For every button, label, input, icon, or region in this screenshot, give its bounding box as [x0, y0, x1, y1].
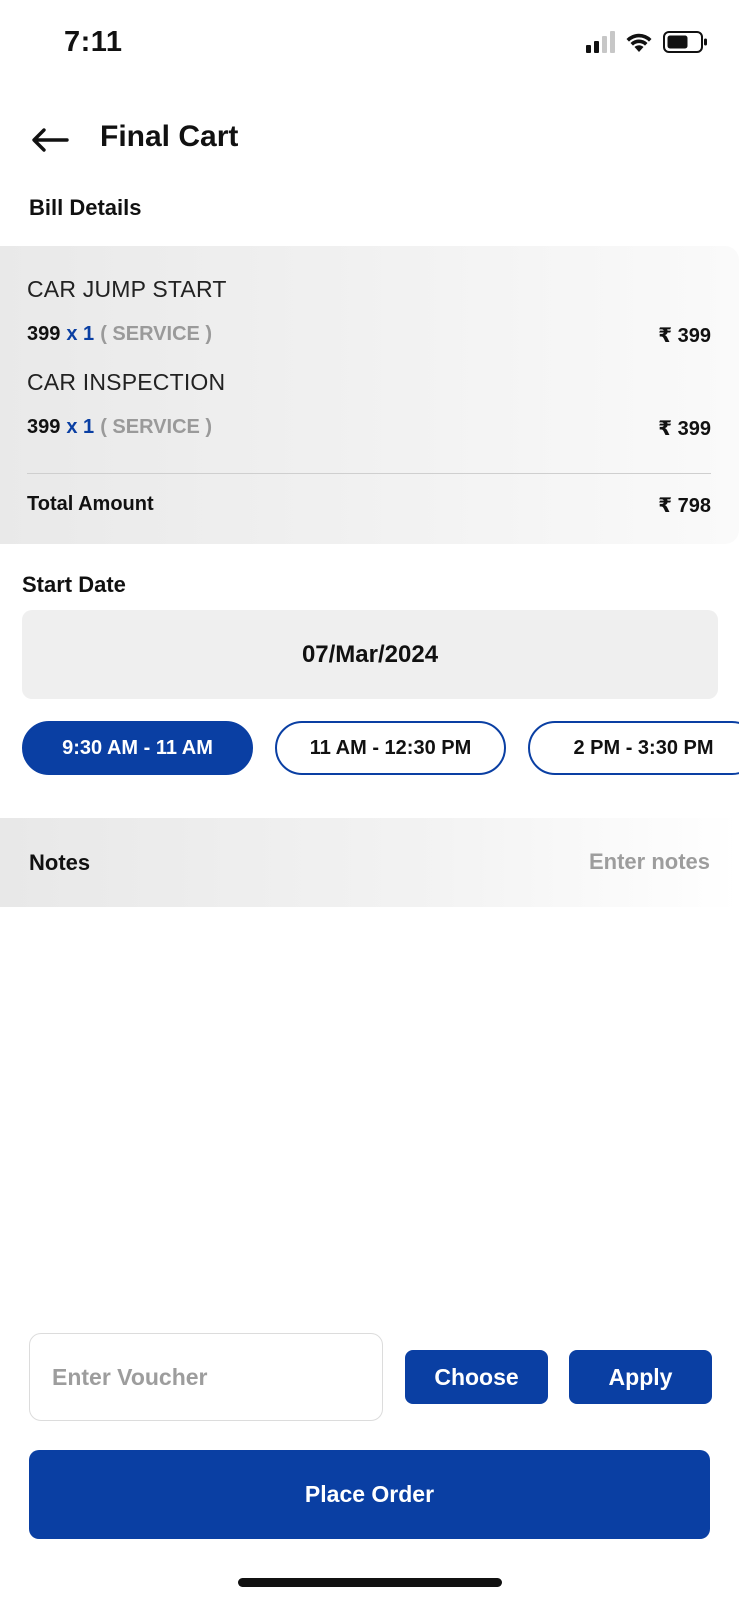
status-time: 7:11 [64, 26, 123, 58]
start-date-label: Start Date [22, 572, 126, 597]
bill-item-quantity: 399 x 1 ( SERVICE ) [27, 416, 212, 439]
app-header: Final Cart [0, 110, 739, 170]
time-slot-list: 9:30 AM - 11 AM 11 AM - 12:30 PM 2 PM - … [22, 721, 739, 777]
voucher-input[interactable] [29, 1333, 383, 1421]
choose-voucher-button[interactable]: Choose [405, 1350, 548, 1404]
item-type: ( SERVICE ) [100, 323, 213, 345]
status-bar: 7:11 [0, 0, 739, 90]
notes-label: Notes [29, 850, 91, 875]
bill-item-price: ₹ 399 [658, 325, 711, 347]
time-slot[interactable]: 11 AM - 12:30 PM [275, 721, 506, 775]
bill-card: CAR JUMP START 399 x 1 ( SERVICE ) ₹ 399… [0, 246, 739, 544]
bill-details-label: Bill Details [29, 195, 142, 220]
home-indicator [238, 1578, 502, 1587]
quantity: x 1 [66, 416, 95, 438]
unit-price: 399 [27, 323, 61, 345]
start-date-picker[interactable]: 07/Mar/2024 [22, 610, 718, 699]
bill-item-name: CAR JUMP START [27, 276, 227, 302]
status-icons [586, 30, 709, 54]
bill-item-quantity: 399 x 1 ( SERVICE ) [27, 323, 212, 346]
total-amount-label: Total Amount [27, 493, 154, 515]
signal-icon [586, 31, 615, 53]
bill-divider [27, 473, 711, 474]
notes-row: Notes [0, 818, 739, 907]
place-order-button[interactable]: Place Order [29, 1450, 710, 1539]
time-slot-selected[interactable]: 9:30 AM - 11 AM [22, 721, 253, 775]
battery-icon [663, 31, 707, 53]
back-button[interactable] [28, 118, 72, 162]
bill-item-price: ₹ 399 [658, 418, 711, 440]
page-title: Final Cart [100, 120, 239, 153]
unit-price: 399 [27, 416, 61, 438]
time-slot[interactable]: 2 PM - 3:30 PM [528, 721, 739, 775]
arrow-left-icon [32, 128, 69, 152]
total-amount-value: ₹ 798 [658, 495, 711, 517]
apply-voucher-button[interactable]: Apply [569, 1350, 712, 1404]
bill-item-name: CAR INSPECTION [27, 369, 226, 395]
wifi-icon [626, 33, 652, 52]
item-type: ( SERVICE ) [100, 416, 213, 438]
quantity: x 1 [66, 323, 95, 345]
notes-input[interactable] [450, 844, 710, 880]
